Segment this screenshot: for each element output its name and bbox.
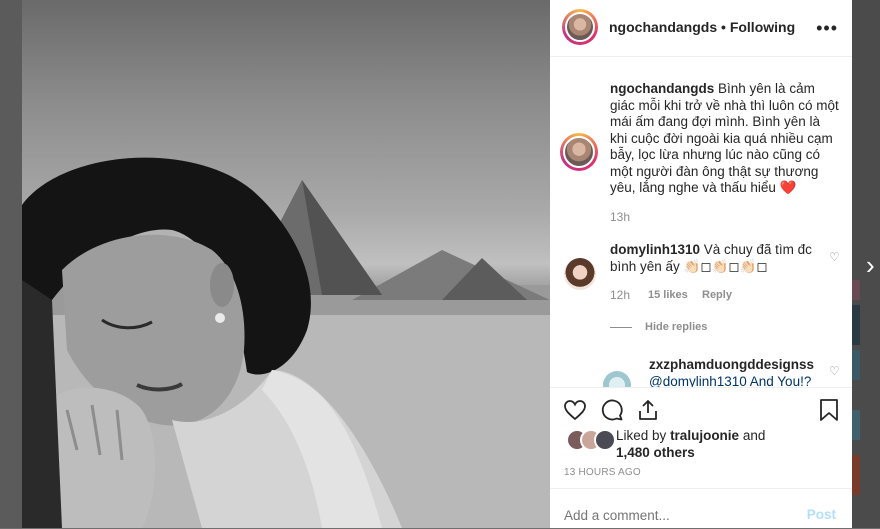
reply-1-text: @domylinh1310 And You!?: [649, 373, 812, 388]
like-heart-icon[interactable]: [563, 398, 587, 422]
author-username[interactable]: ngochandangds: [609, 19, 717, 35]
author-avatar[interactable]: [562, 9, 598, 45]
commenter-avatar[interactable]: [564, 258, 596, 290]
post-actions: Liked by tralujoonie and 1,480 others 13…: [550, 387, 852, 488]
post-side-panel: ngochandangds • Following ••• ngochandan…: [550, 0, 852, 528]
caption-username[interactable]: ngochandangds: [610, 81, 714, 96]
hide-replies-button[interactable]: Hide replies: [645, 321, 707, 333]
likes-summary: Liked by tralujoonie and 1,480 others: [616, 428, 836, 461]
comment-input[interactable]: [564, 508, 784, 523]
next-post-arrow-icon[interactable]: ›: [866, 252, 875, 278]
separator-dot: •: [721, 19, 726, 35]
post-header: ngochandangds • Following •••: [550, 0, 852, 57]
post-header-text: ngochandangds • Following: [609, 19, 795, 35]
post-comment-button[interactable]: Post: [807, 507, 836, 522]
comment-1: domylinh1310 Và chuy đã tìm đc bình yên …: [610, 242, 820, 275]
caption-body: Bình yên là cảm giác mỗi khi trở về nhà …: [610, 81, 839, 195]
more-options-icon[interactable]: •••: [816, 18, 838, 39]
caption: ngochandangds Bình yên là cảm giác mỗi k…: [610, 81, 840, 197]
likes-others-count[interactable]: 1,480 others: [616, 445, 695, 460]
reply-button[interactable]: Reply: [702, 289, 732, 301]
post-timestamp[interactable]: 13 HOURS AGO: [564, 467, 641, 478]
following-button[interactable]: Following: [730, 19, 795, 35]
hide-replies-divider: [610, 327, 632, 328]
comment-1-age[interactable]: 12h: [610, 288, 630, 302]
background-left: [0, 0, 22, 528]
save-bookmark-icon[interactable]: [818, 398, 840, 422]
photo-illustration: [22, 157, 550, 528]
liked-by-label: Liked by: [616, 428, 667, 443]
comment-1-username[interactable]: domylinh1310: [610, 242, 700, 257]
comment-1-likes[interactable]: 15 likes: [648, 289, 688, 301]
likes-and-label: and: [742, 428, 766, 443]
share-icon[interactable]: [636, 398, 660, 422]
like-comment-heart-icon[interactable]: ♡: [829, 250, 840, 264]
liker-username[interactable]: tralujoonie: [670, 428, 739, 443]
add-comment-bar: Post: [550, 488, 852, 529]
post-photo[interactable]: [22, 0, 550, 528]
red-heart-emoji: ❤️: [779, 180, 797, 195]
comment-bubble-icon[interactable]: [600, 398, 624, 422]
like-reply-heart-icon[interactable]: ♡: [829, 364, 840, 378]
reply-1: zxzphamduongddesignss @domylinh1310 And …: [649, 357, 819, 387]
caption-age[interactable]: 13h: [610, 210, 630, 224]
comments-list[interactable]: ngochandangds Bình yên là cảm giác mỗi k…: [550, 57, 852, 387]
caption-author-avatar[interactable]: [560, 133, 598, 171]
reply-avatar[interactable]: [603, 371, 631, 387]
reply-1-username[interactable]: zxzphamduongddesignss: [649, 357, 814, 372]
